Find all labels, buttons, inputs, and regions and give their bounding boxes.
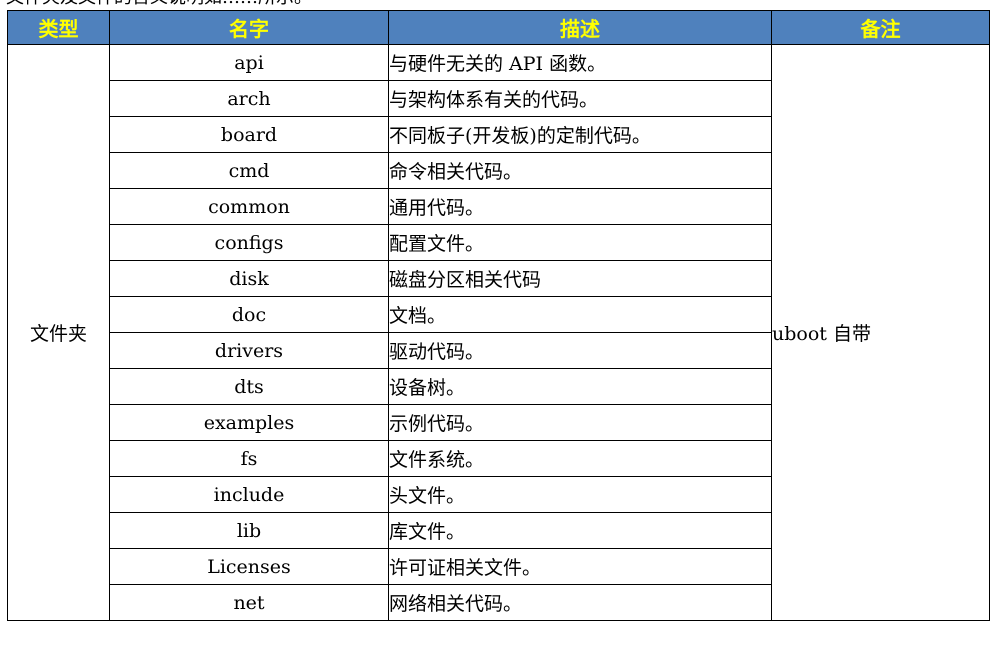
description-cell: 命令相关代码。 <box>388 152 772 189</box>
name-cell: doc <box>109 296 389 333</box>
name-cell: fs <box>109 440 389 477</box>
header-name: 名字 <box>109 10 389 45</box>
description-cell: 驱动代码。 <box>388 332 772 369</box>
description-cell: 示例代码。 <box>388 404 772 441</box>
name-cell: common <box>109 188 389 225</box>
name-cell: drivers <box>109 332 389 369</box>
caption-fragment: 文件夹及文件的含义说明如……所示。 <box>6 0 312 9</box>
description-cell: 许可证相关文件。 <box>388 548 772 585</box>
name-cell: api <box>109 44 389 81</box>
description-cell: 文档。 <box>388 296 772 333</box>
note-cell: uboot 自带 <box>771 44 990 621</box>
name-cell: lib <box>109 512 389 549</box>
description-cell: 不同板子(开发板)的定制代码。 <box>388 116 772 153</box>
directory-table: 类型 名字 描述 备注 文件夹 api 与硬件无关的 API 函数。 uboot… <box>7 10 990 621</box>
description-cell: 网络相关代码。 <box>388 584 772 621</box>
name-cell: configs <box>109 224 389 261</box>
name-cell: Licenses <box>109 548 389 585</box>
header-type: 类型 <box>7 10 110 45</box>
name-cell: net <box>109 584 389 621</box>
description-cell: 与架构体系有关的代码。 <box>388 80 772 117</box>
description-cell: 文件系统。 <box>388 440 772 477</box>
name-cell: include <box>109 476 389 513</box>
description-cell: 配置文件。 <box>388 224 772 261</box>
description-cell: 通用代码。 <box>388 188 772 225</box>
header-row: 类型 名字 描述 备注 <box>7 10 990 45</box>
name-cell: examples <box>109 404 389 441</box>
name-cell: cmd <box>109 152 389 189</box>
description-cell: 设备树。 <box>388 368 772 405</box>
name-cell: arch <box>109 80 389 117</box>
description-cell: 头文件。 <box>388 476 772 513</box>
table-row: 文件夹 api 与硬件无关的 API 函数。 uboot 自带 <box>7 44 990 621</box>
type-cell: 文件夹 <box>7 44 110 621</box>
header-note: 备注 <box>771 10 990 45</box>
description-cell: 与硬件无关的 API 函数。 <box>388 44 772 81</box>
name-cell: dts <box>109 368 389 405</box>
description-cell: 磁盘分区相关代码 <box>388 260 772 297</box>
header-description: 描述 <box>388 10 772 45</box>
name-cell: board <box>109 116 389 153</box>
name-cell: disk <box>109 260 389 297</box>
description-cell: 库文件。 <box>388 512 772 549</box>
